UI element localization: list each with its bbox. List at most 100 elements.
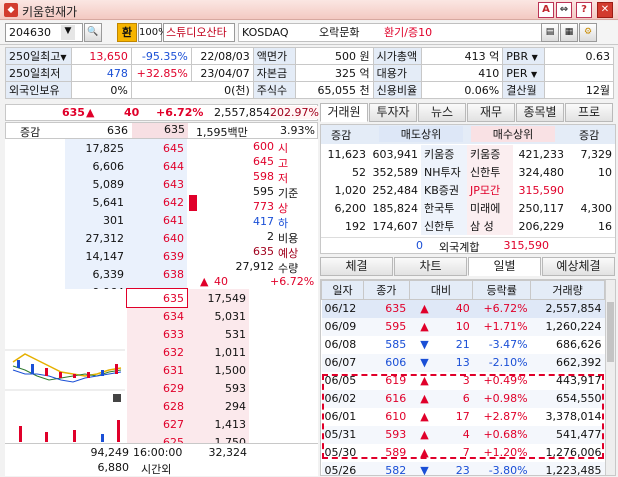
ask-price[interactable]: 638 [127, 265, 187, 283]
broker-panel: 증감 매도상위 매수상위 증감 11,623 603,941 키움증 키움증 4… [320, 124, 616, 254]
candle [73, 374, 76, 378]
daily-col-header[interactable]: 대비 [408, 280, 474, 300]
stat-label: 기준 [278, 187, 299, 200]
tab-top_tabs-3[interactable]: 재무 [467, 103, 515, 122]
sell-broker[interactable]: 신한투 [421, 217, 467, 235]
title-bar: ◆ 키움현재가 A ⇔ ? ✕ [0, 0, 618, 20]
bid-price[interactable]: 635 [126, 288, 188, 308]
daily-row[interactable]: 06/12 635 ▲ 40 +6.72% 2,557,854 [321, 299, 605, 318]
buy-broker[interactable]: 삼 성 [467, 217, 513, 235]
buy-delta: 16 [598, 219, 612, 233]
scrollbar-thumb[interactable] [607, 302, 614, 362]
broker-row[interactable]: 11,623 603,941 키움증 키움증 421,233 7,329 [321, 145, 615, 163]
bid-price[interactable]: 631 [127, 361, 187, 379]
buy-broker[interactable]: 키움증 [467, 145, 513, 163]
daily-close: 606 [385, 356, 407, 369]
broker-row[interactable]: 1,020 252,484 KB증권 JP모간 315,590 [321, 181, 615, 199]
ask-price[interactable]: 644 [127, 157, 187, 175]
tab-bottom_tabs-2[interactable]: 일별 [468, 257, 541, 276]
daily-row[interactable]: 06/08 585 ▼ 21 -3.47% 686,626 [322, 336, 605, 354]
document-icon[interactable]: ▤ [541, 23, 559, 42]
broker-row[interactable]: 52 352,589 NH투자 신한투 324,480 10 [321, 163, 615, 181]
sell-broker[interactable]: KB증권 [421, 181, 467, 199]
stat-value: 595 [253, 185, 274, 198]
sell-broker[interactable]: 한국투 [421, 199, 467, 217]
info-header: 외국인보유 [5, 81, 72, 99]
buy-broker[interactable]: 신한투 [467, 163, 513, 181]
bid-price[interactable]: 633 [127, 325, 187, 343]
bid-price[interactable]: 629 [127, 379, 187, 397]
window-title: 키움현재가 [22, 5, 78, 19]
tab-bottom_tabs-0[interactable]: 체결 [320, 257, 393, 276]
ask-volume: 5,641 [65, 193, 127, 211]
info-value: 325 억 [294, 64, 374, 82]
tab-bottom_tabs-1[interactable]: 차트 [394, 257, 467, 276]
daily-col-header[interactable]: 거래량 [530, 280, 605, 300]
bid-price[interactable]: 627 [127, 415, 187, 433]
currency-button[interactable]: 환 [117, 23, 137, 42]
daily-volume: 686,626 [556, 338, 602, 351]
buy-broker[interactable]: 미래에 [467, 199, 513, 217]
sell-delta: 11,623 [327, 147, 367, 161]
buy-broker[interactable]: JP모간 [467, 181, 513, 199]
daily-col-header[interactable]: 일자 [321, 280, 364, 300]
bid-price[interactable]: 628 [127, 397, 187, 415]
chevron-down-icon[interactable]: ▼ [60, 53, 66, 62]
daily-date: 06/12 [324, 302, 357, 316]
sell-broker[interactable]: 키움증 [421, 145, 467, 163]
daily-col-header[interactable]: 등락률 [472, 280, 532, 300]
close-button[interactable]: ✕ [597, 2, 613, 18]
search-icon[interactable]: 🔍 [84, 23, 102, 42]
tab-top_tabs-0[interactable]: 거래원 [320, 103, 368, 122]
info-header: 신용비율 [372, 81, 422, 99]
gear-icon[interactable]: ⚙ [579, 23, 597, 42]
ask-volume: 14,147 [65, 247, 127, 265]
ask-delta [5, 211, 65, 229]
broker-header: 증감 매도상위 매수상위 증감 [321, 125, 615, 144]
highlight-box [322, 374, 604, 459]
scrollbar[interactable] [605, 280, 615, 475]
stat-label: 상 [278, 202, 289, 215]
stat-row: 773 상 [188, 200, 306, 215]
info-header: 결산월 [502, 81, 546, 99]
ask-price[interactable]: 643 [127, 175, 187, 193]
daily-col-header[interactable]: 종가 [362, 280, 410, 300]
daily-row[interactable]: 06/09 595 ▲ 10 +1.71% 1,260,224 [321, 317, 605, 336]
tab-top_tabs-1[interactable]: 투자자 [369, 103, 417, 122]
down-arrow-icon: ▼ [420, 464, 429, 476]
ask-price[interactable]: 639 [127, 247, 187, 265]
broker-row[interactable]: 6,200 185,824 한국투 미래에 250,117 4,300 [321, 199, 615, 217]
mini-chart [5, 290, 125, 444]
info-value: 0(천) [130, 81, 254, 99]
ask-price[interactable]: 645 [127, 139, 187, 157]
link-icon[interactable]: ⇔ [556, 2, 572, 18]
buy-delta: 7,329 [580, 147, 613, 161]
chart-toggle-icon[interactable] [113, 394, 121, 402]
sell-delta: 6,200 [334, 201, 367, 215]
a-button[interactable]: A [538, 2, 554, 18]
tab-top_tabs-2[interactable]: 뉴스 [418, 103, 466, 122]
tab-top_tabs-5[interactable]: 프로 [565, 103, 613, 122]
tab-bottom_tabs-3[interactable]: 예상체결 [542, 257, 615, 276]
top-tabs: 거래원 투자자 뉴스 재무 종목별 프로 [320, 103, 616, 123]
sell-broker[interactable]: NH투자 [421, 163, 467, 181]
stat-row: 645 고 [188, 155, 306, 170]
daily-row[interactable]: 05/26 582 ▼ 23 -3.80% 1,223,485 [321, 461, 605, 476]
ask-price[interactable]: 640 [127, 229, 187, 247]
help-button[interactable]: ? [576, 2, 592, 18]
chevron-down-icon[interactable]: ▼ [532, 53, 538, 62]
bid-price[interactable]: 632 [127, 343, 187, 361]
chevron-down-icon[interactable]: ▼ [61, 25, 75, 40]
daily-row[interactable]: 06/07 606 ▼ 13 -2.10% 662,392 [321, 353, 605, 372]
stat-label: 시 [278, 142, 289, 155]
mini-chart-bg [5, 290, 125, 444]
chevron-down-icon[interactable]: ▼ [531, 70, 537, 79]
sell-volume: 185,824 [372, 201, 419, 215]
bid-price[interactable]: 634 [127, 307, 187, 325]
tab-top_tabs-4[interactable]: 종목별 [516, 103, 564, 122]
grid-icon[interactable]: ▦ [560, 23, 578, 42]
ask-price[interactable]: 641 [127, 211, 187, 229]
ask-price[interactable]: 642 [127, 193, 187, 211]
daily-close: 635 [385, 302, 407, 316]
broker-row[interactable]: 192 174,607 신한투 삼 성 206,229 16 [321, 217, 615, 235]
